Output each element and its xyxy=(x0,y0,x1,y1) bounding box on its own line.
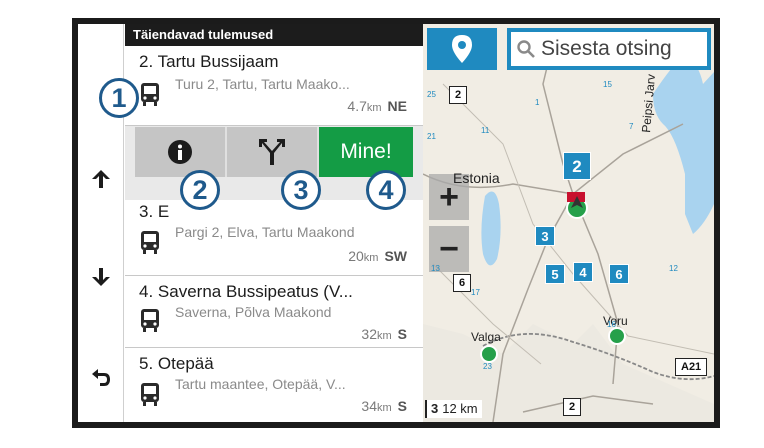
list-header: Täiendavad tulemused xyxy=(125,24,423,46)
map-scale: 3 12 km xyxy=(425,400,482,418)
city-marker-icon xyxy=(608,327,626,345)
callout-3: 3 xyxy=(281,170,321,210)
scale-road: 3 xyxy=(431,401,439,416)
search-field: Sisesta otsing xyxy=(511,32,707,66)
search-icon xyxy=(517,40,535,58)
list-item[interactable]: 4. Saverna Bussipeatus (V... Saverna, Põ… xyxy=(125,276,423,348)
result-title: 2. Tartu Bussijaam xyxy=(139,52,279,71)
road-number: 25 xyxy=(427,90,436,99)
scale-value: 12 km xyxy=(442,401,478,416)
road-number: 11 xyxy=(481,126,490,135)
result-marker[interactable]: 6 xyxy=(609,264,629,284)
callout-4: 4 xyxy=(366,170,406,210)
info-button[interactable] xyxy=(135,127,227,177)
result-distance: 34km S xyxy=(361,398,407,414)
result-address: Tartu maantee, Otepää, V... xyxy=(175,376,346,392)
arrow-up-icon xyxy=(92,170,110,188)
road-number: 13 xyxy=(431,264,440,273)
result-distance: 32km S xyxy=(361,326,407,342)
road-number: 1 xyxy=(535,98,540,107)
info-icon xyxy=(168,140,192,164)
result-address: Pargi 2, Elva, Tartu Maakond xyxy=(175,224,355,240)
result-marker[interactable]: 2 xyxy=(563,152,591,180)
device-frame: Täiendavad tulemused 2. Tartu Bussijaam … xyxy=(72,18,720,428)
road-shield: 2 xyxy=(563,398,582,416)
road-shield: A21 xyxy=(675,358,708,376)
list-item[interactable]: 2. Tartu Bussijaam Turu 2, Tartu, Tartu … xyxy=(125,46,423,126)
route-split-icon xyxy=(259,139,285,165)
scroll-up-button[interactable] xyxy=(78,154,124,204)
result-action-bar: Mine! xyxy=(135,127,413,177)
scroll-down-button[interactable] xyxy=(78,252,124,302)
bus-icon xyxy=(141,309,159,332)
list-item[interactable]: 3. E Pargi 2, Elva, Tartu Maakond 20km SW xyxy=(125,200,423,276)
road-shield: 6 xyxy=(453,274,472,292)
result-marker[interactable]: 5 xyxy=(545,264,565,284)
map-view[interactable]: Sisesta otsing + − 2 6 A21 2 Estonia Pei… xyxy=(423,24,714,422)
country-label: Estonia xyxy=(453,170,500,186)
list-item[interactable]: 5. Otepää Tartu maantee, Otepää, V... 34… xyxy=(125,348,423,422)
road-number: 7 xyxy=(629,122,634,131)
results-list: Täiendavad tulemused 2. Tartu Bussijaam … xyxy=(125,24,423,422)
bus-icon xyxy=(141,83,159,106)
result-distance: 4.7km NE xyxy=(347,98,407,114)
result-distance: 20km SW xyxy=(348,248,407,264)
callout-2: 2 xyxy=(180,170,220,210)
city-label: Valga xyxy=(471,330,501,344)
road-number: 21 xyxy=(427,132,436,141)
road-number: 12 xyxy=(669,264,678,273)
back-button[interactable] xyxy=(78,352,124,402)
bus-icon xyxy=(141,231,159,254)
road-number: 16 xyxy=(607,320,616,329)
map-pin-icon xyxy=(452,35,472,63)
screen: Täiendavad tulemused 2. Tartu Bussijaam … xyxy=(78,24,714,422)
result-title: 5. Otepää xyxy=(139,354,214,373)
city-marker-icon xyxy=(480,345,498,363)
bus-icon xyxy=(141,383,159,406)
search-input[interactable]: Sisesta otsing xyxy=(507,28,711,70)
location-button[interactable] xyxy=(427,28,497,70)
back-icon xyxy=(92,369,110,386)
callout-1: 1 xyxy=(99,78,139,118)
vehicle-position-icon xyxy=(566,192,588,219)
road-shield: 2 xyxy=(449,86,468,104)
road-number: 23 xyxy=(483,362,492,371)
result-title: 4. Saverna Bussipeatus (V... xyxy=(139,282,353,301)
road-number: 17 xyxy=(471,288,480,297)
road-number: 15 xyxy=(603,80,612,89)
go-button[interactable]: Mine! xyxy=(319,127,413,177)
arrow-down-icon xyxy=(92,268,110,286)
result-address: Saverna, Põlva Maakond xyxy=(175,304,332,320)
result-marker[interactable]: 4 xyxy=(573,262,593,282)
result-marker[interactable]: 3 xyxy=(535,226,555,246)
search-placeholder: Sisesta otsing xyxy=(541,37,672,60)
result-address: Turu 2, Tartu, Tartu Maako... xyxy=(175,76,350,92)
